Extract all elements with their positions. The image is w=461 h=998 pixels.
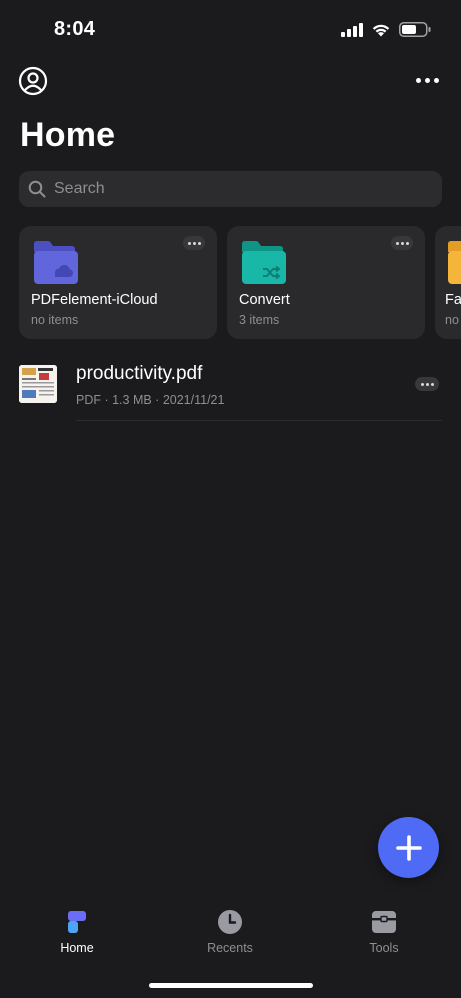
home-tab-icon — [68, 911, 86, 933]
plus-icon — [395, 834, 422, 861]
folder-card-convert[interactable]: Convert 3 items — [227, 226, 425, 339]
page-title: Home — [20, 116, 116, 154]
clock-icon — [218, 910, 242, 934]
shuffle-folder-icon — [242, 241, 286, 284]
search-bar[interactable] — [19, 171, 442, 207]
person-circle-icon — [18, 66, 48, 96]
ellipsis-icon — [415, 77, 421, 83]
divider — [76, 420, 442, 421]
file-more-button[interactable] — [415, 377, 439, 391]
tab-home[interactable]: Home — [27, 909, 127, 959]
status-time: 8:04 — [54, 18, 96, 40]
pdf-thumbnail — [19, 365, 57, 403]
folder-name: Fa — [445, 292, 461, 308]
folder-card-partial[interactable]: Fa no — [435, 226, 461, 339]
ellipsis-dot — [433, 77, 439, 83]
top-bar — [0, 60, 461, 106]
tab-recents[interactable]: Recents — [180, 909, 280, 959]
add-button[interactable] — [378, 817, 439, 878]
wifi-icon — [372, 24, 390, 36]
more-options-button[interactable] — [413, 70, 441, 90]
folder-name: PDFelement-iCloud — [31, 292, 158, 308]
folder-icon — [448, 241, 461, 284]
status-bar: 8:04 — [0, 0, 461, 60]
tab-label-tools: Tools — [369, 941, 399, 955]
folder-card-pdfelement-icloud[interactable]: PDFelement-iCloud no items — [19, 226, 217, 339]
document-thumbnail-icon — [19, 365, 57, 403]
profile-button[interactable] — [18, 66, 48, 96]
toolbox-icon — [372, 911, 396, 933]
folder-name: Convert — [239, 292, 290, 308]
home-indicator — [149, 983, 313, 988]
folder-item-count: 3 items — [239, 313, 280, 327]
ellipsis-dot — [424, 77, 430, 83]
folder-more-button[interactable] — [183, 236, 205, 250]
folder-item-count: no items — [31, 313, 79, 327]
search-icon — [28, 180, 46, 198]
search-input[interactable] — [52, 179, 416, 199]
file-name: productivity.pdf — [76, 363, 203, 384]
battery-icon — [399, 22, 431, 37]
tab-tools[interactable]: Tools — [334, 909, 434, 959]
folder-carousel[interactable]: PDFelement-iCloud no items Convert 3 ite… — [19, 226, 461, 339]
tab-label-recents: Recents — [207, 941, 253, 955]
status-icons — [341, 22, 431, 37]
folder-more-button[interactable] — [391, 236, 413, 250]
folder-item-count: no — [445, 313, 459, 327]
cloud-folder-icon — [34, 241, 78, 284]
file-meta: PDF · 1.3 MB · 2021/11/21 — [76, 393, 225, 407]
cellular-signal-icon — [341, 22, 363, 37]
file-list-item[interactable]: productivity.pdf PDF · 1.3 MB · 2021/11/… — [0, 355, 461, 421]
tab-label-home: Home — [60, 941, 94, 955]
